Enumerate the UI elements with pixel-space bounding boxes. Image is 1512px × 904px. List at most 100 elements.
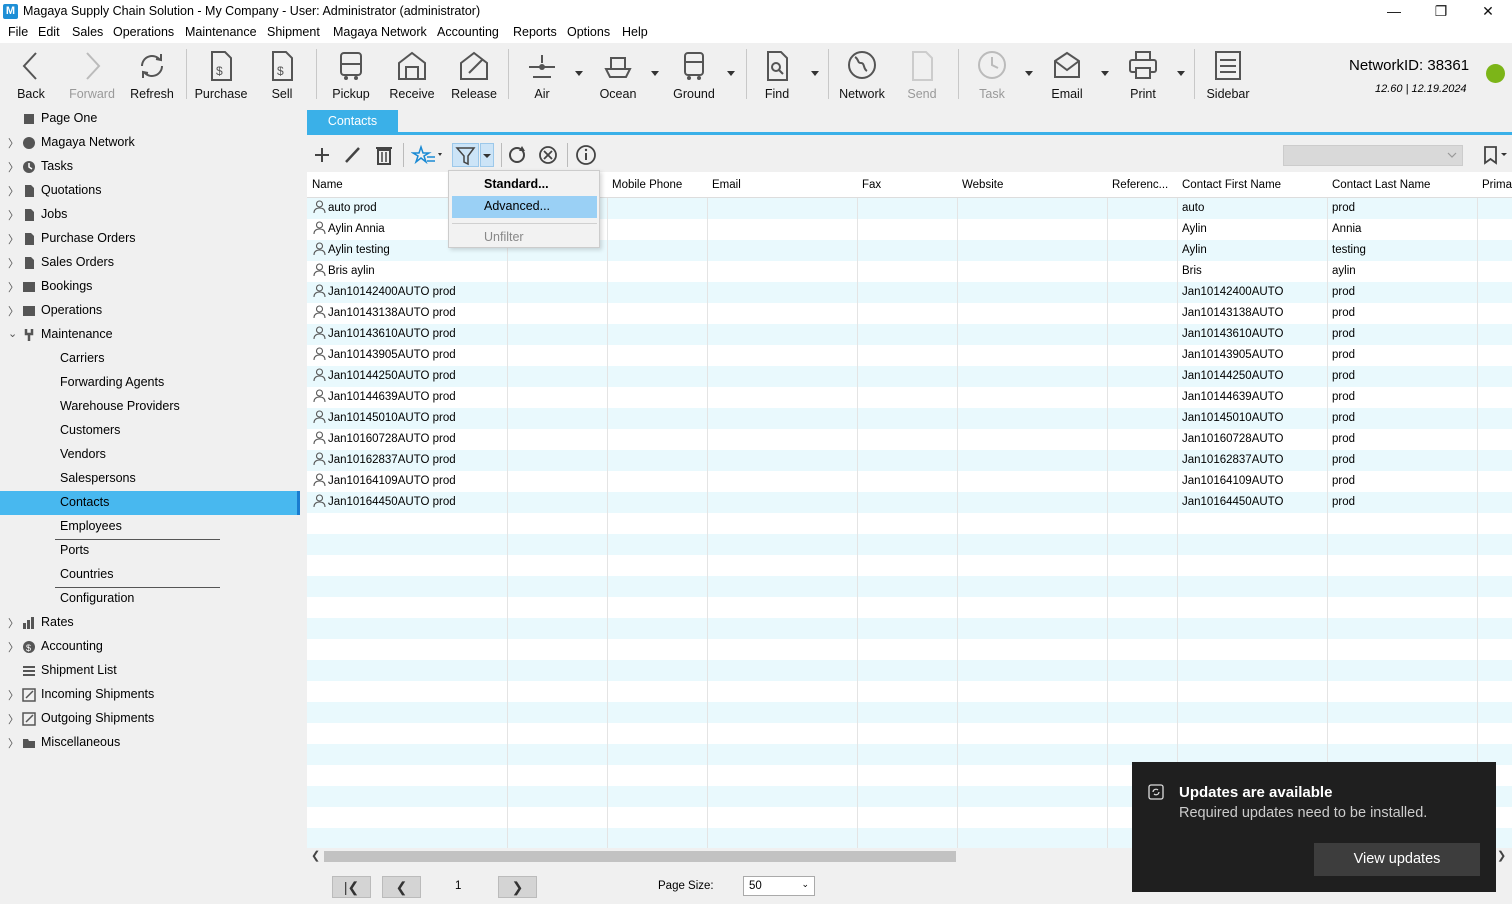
chevron-right-icon[interactable]: 〉 xyxy=(8,711,19,727)
menu-shipment[interactable]: Shipment xyxy=(267,25,320,39)
refresh-button[interactable]: Refresh xyxy=(128,43,176,107)
chevron-right-icon[interactable]: 〉 xyxy=(8,207,19,223)
purchase-button[interactable]: $ Purchase xyxy=(194,43,248,107)
sidebar-item-countries[interactable]: Countries xyxy=(0,563,300,588)
table-row[interactable]: Jan10143610AUTO prod Jan10143610AUTO prod xyxy=(307,324,1512,345)
refresh-grid-button[interactable] xyxy=(504,143,530,167)
info-button[interactable] xyxy=(573,143,599,167)
favorites-button[interactable] xyxy=(410,143,445,167)
sidebar-item-jobs[interactable]: 〉 Jobs xyxy=(0,203,300,227)
sidebar-item-maintenance[interactable]: ⌄ Maintenance xyxy=(0,323,300,347)
pickup-button[interactable]: Pickup xyxy=(326,43,376,107)
sidebar-item-outgoing-shipments[interactable]: 〉 Outgoing Shipments xyxy=(0,707,300,731)
sidebar-item-sales-orders[interactable]: 〉 Sales Orders xyxy=(0,251,300,275)
send-button[interactable]: Send xyxy=(898,43,946,107)
forward-button[interactable]: Forward xyxy=(66,43,118,107)
chevron-right-icon[interactable]: 〉 xyxy=(8,159,19,175)
ocean-dropdown-icon[interactable] xyxy=(651,71,659,76)
table-row[interactable]: Jan10144250AUTO prod Jan10144250AUTO prod xyxy=(307,366,1512,387)
menu-help[interactable]: Help xyxy=(622,25,648,39)
chevron-right-icon[interactable]: 〉 xyxy=(8,183,19,199)
previous-page-button[interactable]: ❮ xyxy=(382,876,421,898)
filter-advanced-item[interactable]: Advanced... xyxy=(452,196,597,218)
column-header-first-name[interactable]: Contact First Name xyxy=(1182,179,1281,191)
sidebar-item-carriers[interactable]: Carriers xyxy=(0,347,300,371)
release-button[interactable]: Release xyxy=(448,43,500,107)
sidebar-item-warehouse-providers[interactable]: Warehouse Providers xyxy=(0,395,300,419)
sidebar-item-shipment-list[interactable]: Shipment List xyxy=(0,659,300,683)
first-page-button[interactable]: |❮ xyxy=(332,876,371,898)
print-dropdown-icon[interactable] xyxy=(1177,71,1185,76)
view-updates-button[interactable]: View updates xyxy=(1314,843,1480,876)
scroll-left-icon[interactable]: ❮ xyxy=(311,849,320,862)
table-row[interactable]: Jan10164109AUTO prod Jan10164109AUTO prod xyxy=(307,471,1512,492)
email-button[interactable]: Email xyxy=(1043,43,1091,107)
bookmark-button[interactable] xyxy=(1481,143,1511,167)
chevron-right-icon[interactable]: 〉 xyxy=(8,687,19,703)
sidebar-item-operations[interactable]: 〉 Operations xyxy=(0,299,300,323)
chevron-right-icon[interactable]: 〉 xyxy=(8,303,19,319)
air-button[interactable]: Air xyxy=(518,43,566,107)
table-row[interactable]: Jan10143905AUTO prod Jan10143905AUTO prod xyxy=(307,345,1512,366)
back-button[interactable]: Back xyxy=(6,43,56,107)
scroll-right-icon[interactable]: ❯ xyxy=(1497,849,1506,862)
column-header-fax[interactable]: Fax xyxy=(862,179,881,191)
menu-reports[interactable]: Reports xyxy=(513,25,557,39)
next-page-button[interactable]: ❯ xyxy=(498,876,537,898)
page-size-select[interactable]: 50 ⌄ xyxy=(743,876,815,896)
table-row[interactable]: Bris aylin Bris aylin xyxy=(307,261,1512,282)
menu-options[interactable]: Options xyxy=(567,25,610,39)
chevron-down-icon[interactable]: ⌄ xyxy=(8,327,17,340)
ground-button[interactable]: Ground xyxy=(670,43,718,107)
sidebar-button[interactable]: Sidebar xyxy=(1202,43,1254,107)
sidebar-item-tasks[interactable]: 〉 Tasks xyxy=(0,155,300,179)
find-button[interactable]: Find xyxy=(754,43,800,107)
menu-operations[interactable]: Operations xyxy=(113,25,174,39)
ocean-button[interactable]: Ocean xyxy=(594,43,642,107)
view-selector-combo[interactable] xyxy=(1283,145,1463,166)
chevron-right-icon[interactable]: 〉 xyxy=(8,135,19,151)
filter-unfilter-item[interactable]: Unfilter xyxy=(452,227,597,249)
sidebar-item-accounting[interactable]: 〉 $ Accounting xyxy=(0,635,300,659)
menu-file[interactable]: File xyxy=(8,25,28,39)
network-button[interactable]: Network xyxy=(836,43,888,107)
delete-button[interactable] xyxy=(371,143,397,167)
air-dropdown-icon[interactable] xyxy=(575,71,583,76)
filter-dropdown-button[interactable] xyxy=(480,143,494,167)
column-header-mobile-phone[interactable]: Mobile Phone xyxy=(612,179,682,191)
sidebar-item-bookings[interactable]: 〉 Bookings xyxy=(0,275,300,299)
tab-contacts[interactable]: Contacts xyxy=(307,110,398,133)
task-button[interactable]: Task xyxy=(968,43,1016,107)
chevron-right-icon[interactable]: 〉 xyxy=(8,231,19,247)
column-header-website[interactable]: Website xyxy=(962,179,1003,191)
sidebar-item-ports[interactable]: Ports xyxy=(0,539,300,563)
sidebar-item-purchase-orders[interactable]: 〉 Purchase Orders xyxy=(0,227,300,251)
menu-accounting[interactable]: Accounting xyxy=(437,25,499,39)
sell-button[interactable]: $ Sell xyxy=(260,43,304,107)
find-dropdown-icon[interactable] xyxy=(811,71,819,76)
sidebar-item-page-one[interactable]: Page One xyxy=(0,107,300,131)
receive-button[interactable]: Receive xyxy=(386,43,438,107)
sidebar-item-rates[interactable]: 〉 Rates xyxy=(0,611,300,635)
sidebar-item-miscellaneous[interactable]: 〉 Miscellaneous xyxy=(0,731,300,755)
filter-standard-item[interactable]: Standard... xyxy=(452,174,597,196)
sidebar-item-customers[interactable]: Customers xyxy=(0,419,300,443)
column-header-primary[interactable]: Primar xyxy=(1482,179,1512,191)
table-row[interactable]: Jan10143138AUTO prod Jan10143138AUTO prod xyxy=(307,303,1512,324)
table-row[interactable]: Jan10142400AUTO prod Jan10142400AUTO prod xyxy=(307,282,1512,303)
filter-button[interactable] xyxy=(452,143,479,167)
chevron-right-icon[interactable]: 〉 xyxy=(8,279,19,295)
clear-button[interactable] xyxy=(535,143,561,167)
sidebar-item-vendors[interactable]: Vendors xyxy=(0,443,300,467)
email-dropdown-icon[interactable] xyxy=(1101,71,1109,76)
sidebar-item-salespersons[interactable]: Salespersons xyxy=(0,467,300,491)
scrollbar-thumb[interactable] xyxy=(324,851,956,862)
sidebar-item-employees[interactable]: Employees xyxy=(0,515,300,540)
edit-button[interactable] xyxy=(340,143,366,167)
table-row[interactable]: Jan10145010AUTO prod Jan10145010AUTO prod xyxy=(307,408,1512,429)
menu-maintenance[interactable]: Maintenance xyxy=(185,25,257,39)
chevron-right-icon[interactable]: 〉 xyxy=(8,255,19,271)
column-header-email[interactable]: Email xyxy=(712,179,741,191)
menu-edit[interactable]: Edit xyxy=(38,25,60,39)
sidebar-item-forwarding-agents[interactable]: Forwarding Agents xyxy=(0,371,300,395)
